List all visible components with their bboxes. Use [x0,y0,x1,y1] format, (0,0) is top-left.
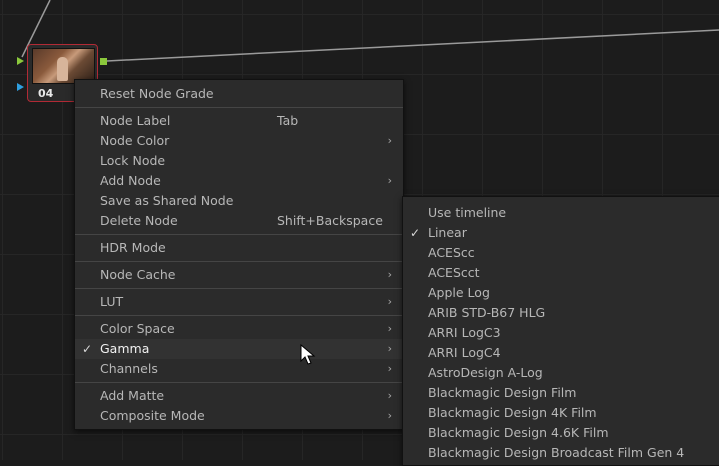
menu-separator [75,315,403,316]
gamma-option-acescct[interactable]: ACEScct [403,263,719,283]
submenu-item-label: ARRI LogC3 [428,325,501,340]
menu-item-hdr-mode[interactable]: HDR Mode [75,238,403,258]
menu-item-label: Channels [100,361,158,376]
menu-item-label: HDR Mode [100,240,166,255]
chevron-right-icon: › [387,174,392,187]
submenu-item-label: Blackmagic Design Broadcast Film Gen 4 [428,445,685,460]
submenu-item-label: AstroDesign A-Log [428,365,543,380]
gamma-submenu: Use timeline ✓ Linear ACEScc ACEScct App… [402,196,719,466]
mouse-pointer-icon [300,344,316,365]
checkmark-icon: ✓ [82,342,93,356]
key-input-port[interactable] [17,83,24,91]
menu-item-label: Save as Shared Node [100,193,234,208]
submenu-item-label: Linear [428,225,467,240]
chevron-right-icon: › [387,295,392,308]
menu-separator [75,261,403,262]
chevron-right-icon: › [387,362,392,375]
menu-item-shortcut: Tab [277,113,299,128]
menu-item-label: Gamma [100,341,150,356]
submenu-item-label: ARIB STD-B67 HLG [428,305,546,320]
chevron-right-icon: › [387,134,392,147]
rgb-input-port[interactable] [17,57,24,65]
menu-item-color-space[interactable]: Color Space › [75,319,403,339]
menu-item-add-node[interactable]: Add Node › [75,171,403,191]
menu-item-label: Lock Node [100,153,166,168]
gamma-option-arib-hlg[interactable]: ARIB STD-B67 HLG [403,303,719,323]
gamma-option-arri-logc3[interactable]: ARRI LogC3 [403,323,719,343]
menu-item-label: Delete Node [100,213,178,228]
menu-separator [75,288,403,289]
menu-item-label: Composite Mode [100,408,205,423]
menu-item-label: Node Label [100,113,171,128]
menu-item-lock-node[interactable]: Lock Node [75,151,403,171]
menu-item-label: Reset Node Grade [100,86,214,101]
output-link-line [106,29,719,62]
menu-item-channels[interactable]: Channels › [75,359,403,379]
gamma-option-apple-log[interactable]: Apple Log [403,283,719,303]
menu-item-delete-node[interactable]: Delete Node Shift+Backspace [75,211,403,231]
submenu-item-label: ARRI LogC4 [428,345,501,360]
chevron-right-icon: › [387,409,392,422]
node-context-menu: Reset Node Grade Node Label Tab Node Col… [74,79,404,430]
chevron-right-icon: › [387,389,392,402]
submenu-item-label: ACEScc [428,245,475,260]
menu-item-gamma[interactable]: ✓ Gamma › [75,339,403,359]
node-number: 04 [38,87,54,100]
chevron-right-icon: › [387,268,392,281]
menu-item-label: LUT [100,294,124,309]
chevron-right-icon: › [387,322,392,335]
submenu-item-label: ACEScct [428,265,480,280]
gamma-option-bmd-46k-film[interactable]: Blackmagic Design 4.6K Film [403,423,719,443]
checkmark-icon: ✓ [410,226,421,240]
menu-item-shortcut: Shift+Backspace [277,213,383,228]
gamma-option-bmd-film[interactable]: Blackmagic Design Film [403,383,719,403]
menu-item-lut[interactable]: LUT › [75,292,403,312]
gamma-option-linear[interactable]: ✓ Linear [403,223,719,243]
menu-item-label: Add Matte [100,388,165,403]
submenu-item-label: Blackmagic Design Film [428,385,577,400]
gamma-option-bmd-broadcast-film-gen4[interactable]: Blackmagic Design Broadcast Film Gen 4 [403,443,719,463]
rgb-output-port[interactable] [100,58,107,65]
menu-separator [75,107,403,108]
menu-item-composite-mode[interactable]: Composite Mode › [75,406,403,426]
submenu-item-label: Apple Log [428,285,490,300]
submenu-item-label: Blackmagic Design 4.6K Film [428,425,609,440]
menu-item-label: Node Color [100,133,170,148]
gamma-option-astrodesign-alog[interactable]: AstroDesign A-Log [403,363,719,383]
menu-item-node-cache[interactable]: Node Cache › [75,265,403,285]
menu-item-label: Node Cache [100,267,176,282]
menu-item-label: Add Node [100,173,161,188]
submenu-item-label: Blackmagic Design 4K Film [428,405,597,420]
menu-item-node-color[interactable]: Node Color › [75,131,403,151]
menu-separator [75,234,403,235]
submenu-item-label: Use timeline [428,205,507,220]
menu-item-label: Color Space [100,321,175,336]
gamma-option-bmd-4k-film[interactable]: Blackmagic Design 4K Film [403,403,719,423]
gamma-option-acescc[interactable]: ACEScc [403,243,719,263]
menu-item-save-as-shared-node[interactable]: Save as Shared Node [75,191,403,211]
menu-item-node-label[interactable]: Node Label Tab [75,111,403,131]
gamma-option-use-timeline[interactable]: Use timeline [403,203,719,223]
menu-item-add-matte[interactable]: Add Matte › [75,386,403,406]
menu-item-reset-node-grade[interactable]: Reset Node Grade [75,84,403,104]
menu-separator [75,382,403,383]
chevron-right-icon: › [387,342,392,355]
gamma-option-arri-logc4[interactable]: ARRI LogC4 [403,343,719,363]
